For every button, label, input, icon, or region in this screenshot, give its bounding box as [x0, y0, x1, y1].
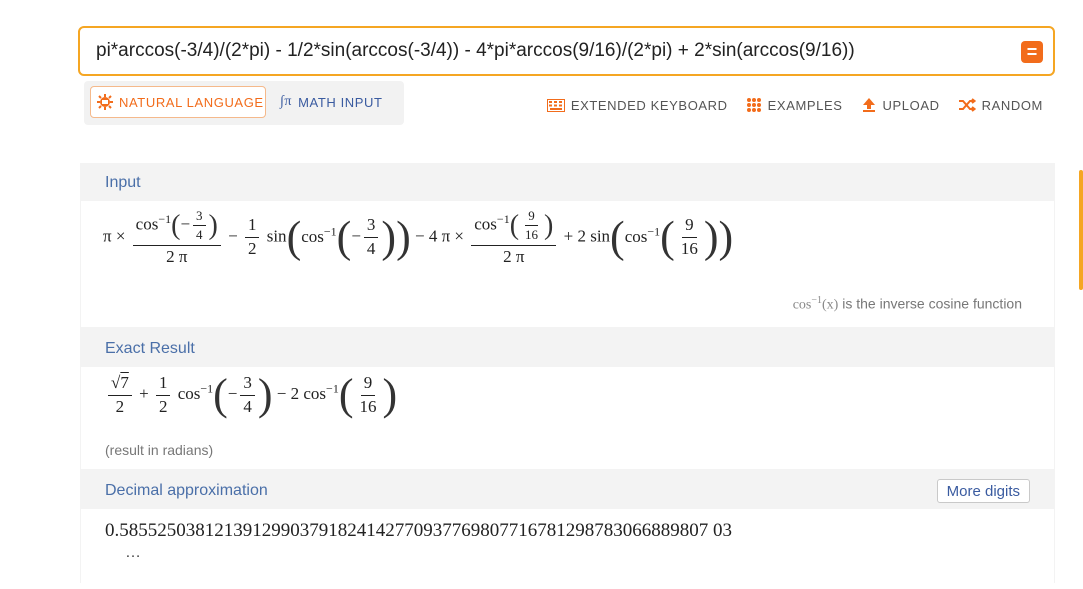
extended-keyboard-label: EXTENDED KEYBOARD — [570, 97, 728, 113]
equals-icon: = — [1026, 42, 1038, 62]
exact-result-title: Exact Result — [105, 340, 195, 357]
grid-dots-icon — [746, 97, 762, 113]
examples-button[interactable]: EXAMPLES — [746, 97, 843, 113]
radians-caption: (result in radians) — [105, 442, 214, 458]
extended-keyboard-button[interactable]: EXTENDED KEYBOARD — [546, 97, 728, 113]
ellipsis: … — [125, 544, 141, 561]
toolbar: EXTENDED KEYBOARD EXAMPLES UPLOAD RANDOM — [546, 97, 1043, 113]
input-pod-body: π × cos−1(− 3 4) 2 π − 12 sin(cos−1(− 3 4)) −… — [81, 201, 1054, 327]
input-pod-title: Input — [105, 174, 141, 191]
upload-icon — [861, 97, 877, 113]
results-panel: Input π × cos−1(− 3 4) 2 π − 12 sin(cos−1(−… — [80, 163, 1055, 589]
natural-language-label: NATURAL LANGUAGE — [119, 94, 264, 110]
inverse-cosine-note: cos−1(x) is the inverse cosine function — [792, 295, 1022, 313]
random-button[interactable]: RANDOM — [958, 97, 1043, 113]
random-label: RANDOM — [981, 97, 1043, 113]
scrollbar[interactable] — [1079, 170, 1083, 290]
input-formula: π × cos−1(− 3 4) 2 π − 12 sin(cos−1(− 3 4)) −… — [103, 208, 734, 266]
math-input-icon: ∫π — [280, 94, 293, 109]
examples-label: EXAMPLES — [767, 97, 843, 113]
natural-language-button[interactable]: NATURAL LANGUAGE — [90, 86, 266, 118]
more-digits-button[interactable]: More digits — [936, 479, 1030, 503]
input-mode-toggle: NATURAL LANGUAGE ∫π MATH INPUT — [84, 81, 404, 125]
math-input-label: MATH INPUT — [298, 94, 383, 110]
compute-button[interactable]: = — [1021, 41, 1043, 63]
math-input-button[interactable]: ∫π MATH INPUT — [280, 86, 383, 118]
natural-language-icon — [97, 94, 113, 110]
exact-result-formula: √7 2 + 12 cos−1(− 3 4) − 2 cos−1(9 16) — [105, 373, 397, 417]
query-text[interactable]: pi*arccos(-3/4)/(2*pi) - 1/2*sin(arccos(… — [96, 40, 855, 62]
upload-button[interactable]: UPLOAD — [861, 97, 940, 113]
exact-result-body: √7 2 + 12 cos−1(− 3 4) − 2 cos−1(9 16) — [81, 367, 1054, 469]
shuffle-icon — [958, 98, 976, 112]
decimal-value: 0.58552503812139129903791824142770937769… — [105, 520, 732, 541]
query-input[interactable]: pi*arccos(-3/4)/(2*pi) - 1/2*sin(arccos(… — [78, 26, 1055, 76]
keyboard-icon — [546, 98, 565, 112]
upload-label: UPLOAD — [882, 97, 940, 113]
decimal-title: Decimal approximation — [105, 482, 268, 499]
